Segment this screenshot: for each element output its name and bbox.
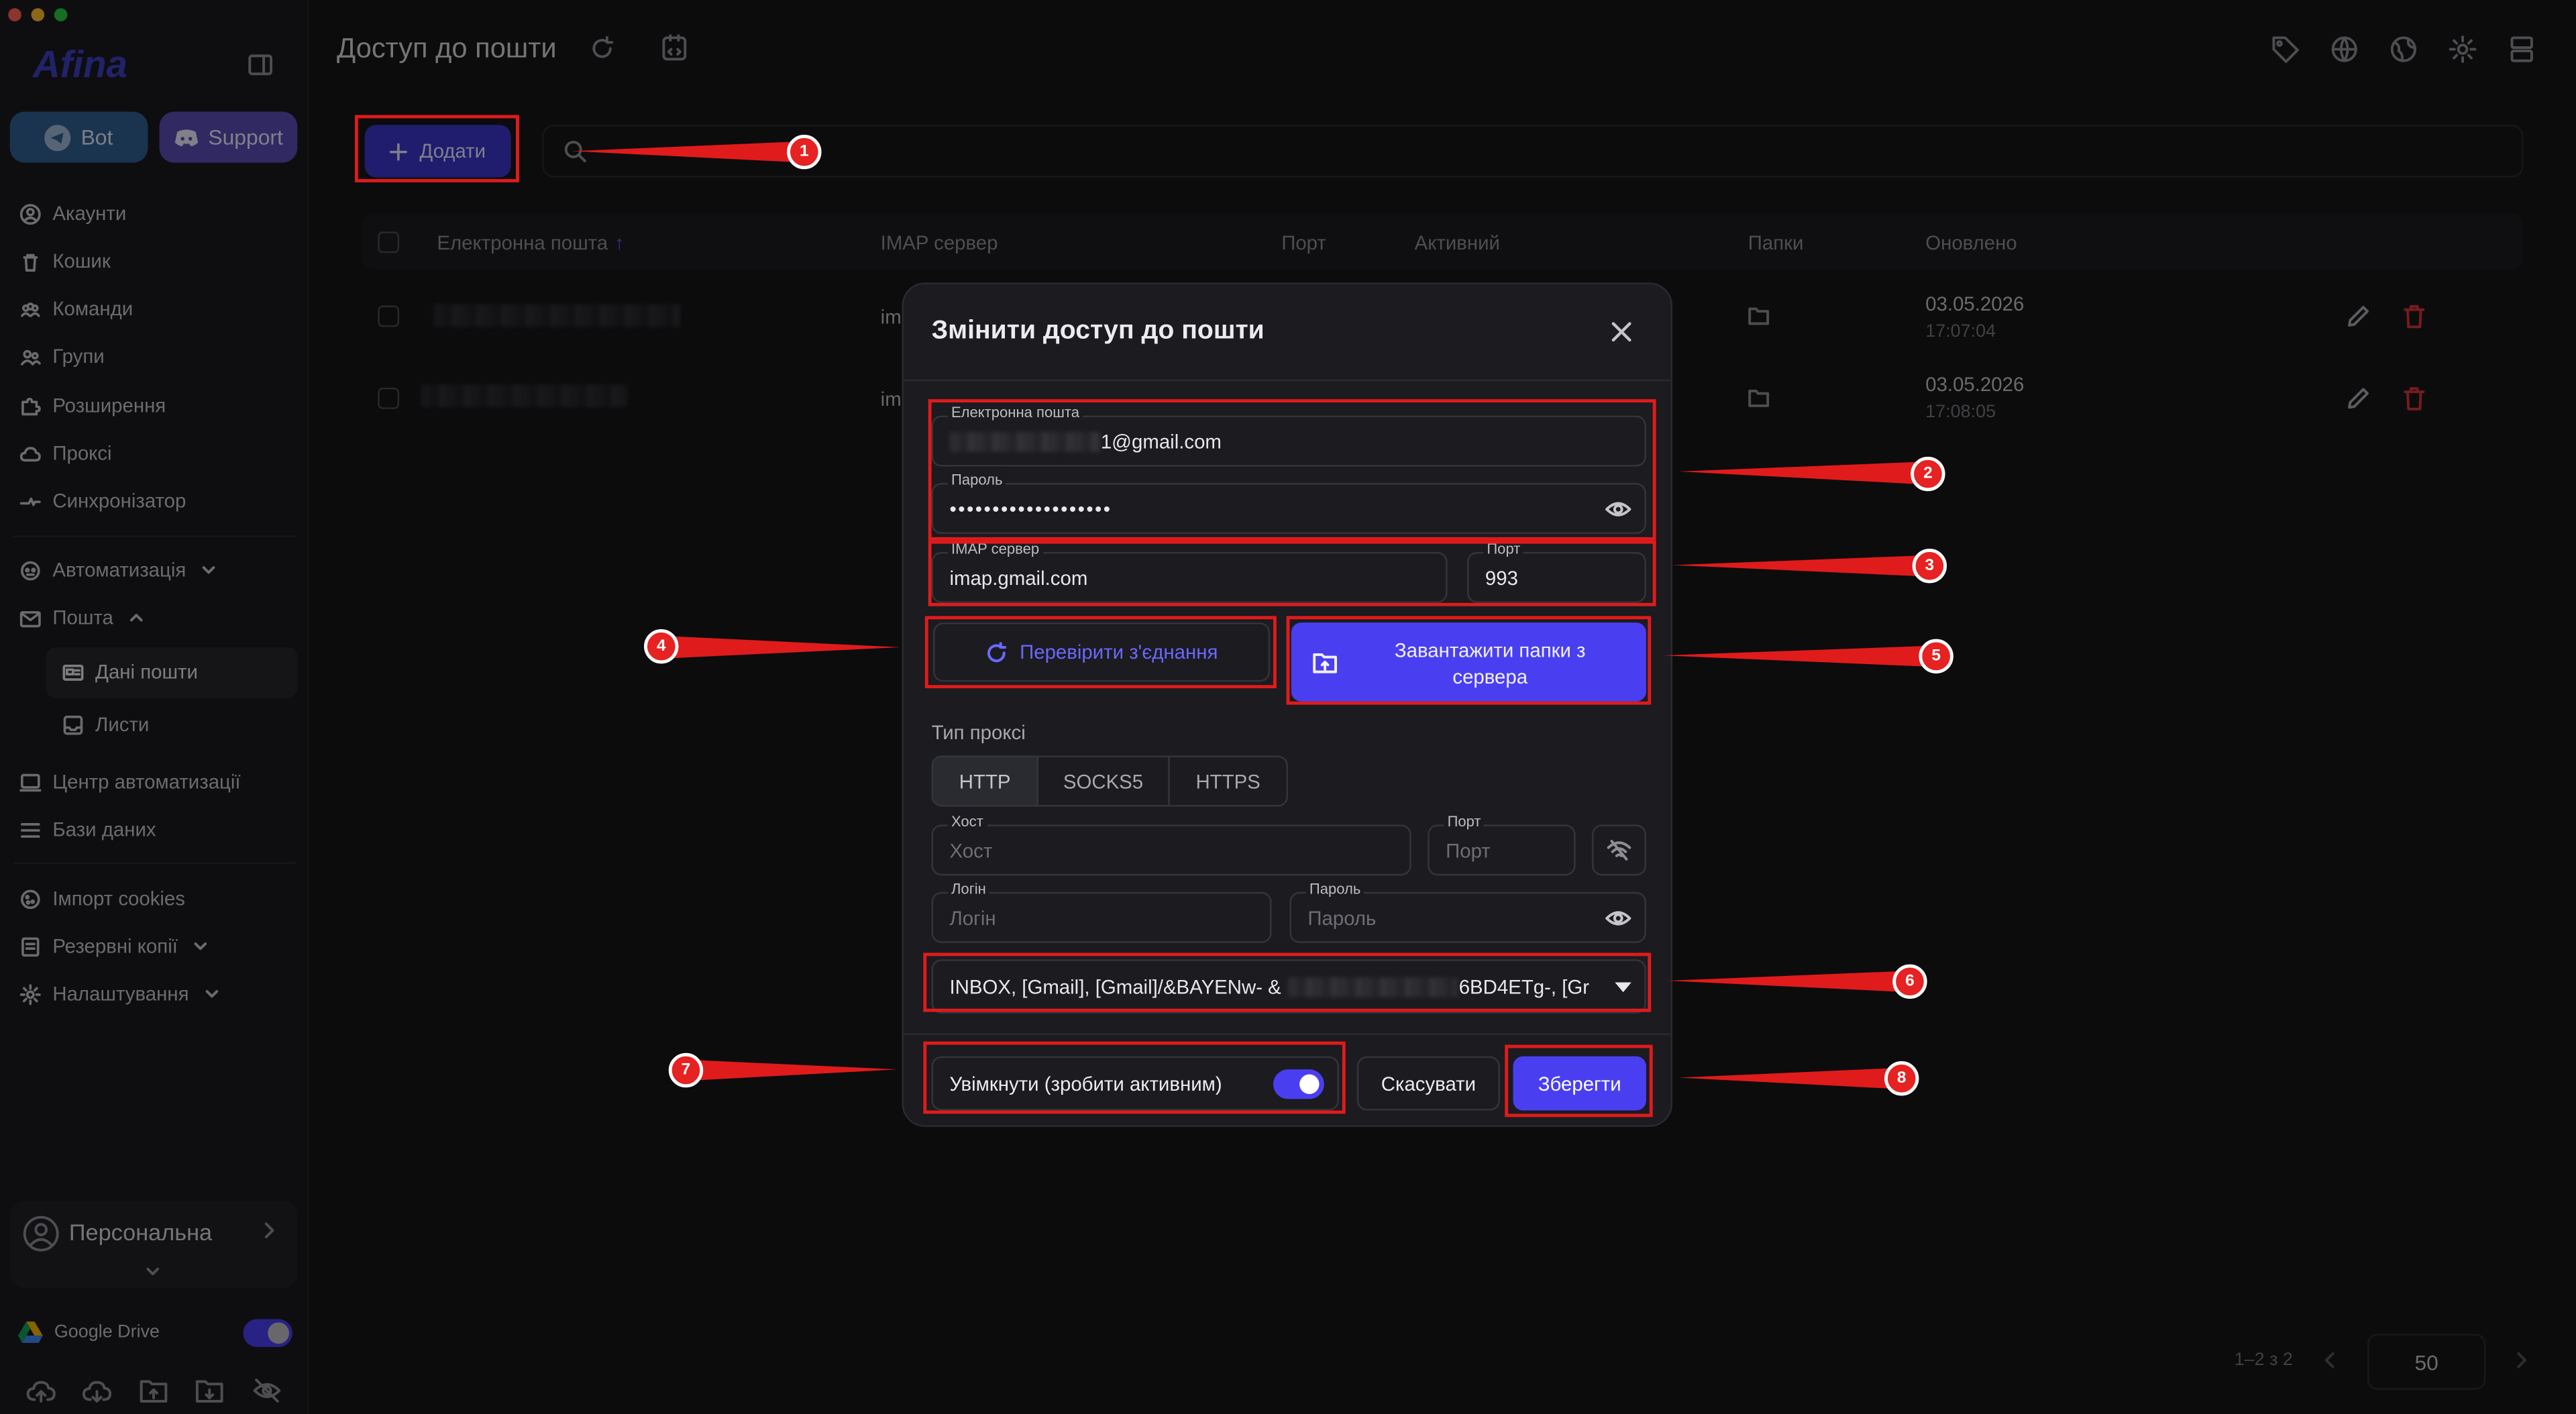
proxy-type-http-label: HTTP [959, 769, 1011, 793]
annotation-box [924, 616, 1277, 689]
proxy-type-socks5[interactable]: SOCKS5 [1036, 755, 1170, 807]
proxy-type-socks5-label: SOCKS5 [1063, 769, 1144, 793]
annotation-box [1505, 1044, 1653, 1118]
proxy-type-http[interactable]: HTTP [931, 755, 1038, 807]
annotation-badge-1: 1 [787, 134, 822, 170]
dialog-divider [903, 379, 1671, 382]
annotation-box [354, 115, 519, 182]
proxy-host-label: Хост [948, 813, 987, 830]
annotation-badge-8: 8 [1884, 1061, 1919, 1096]
eye-icon[interactable] [1605, 908, 1631, 928]
annotation-box [928, 540, 1656, 606]
proxy-login-field[interactable]: Логін Логін [931, 880, 1272, 943]
proxy-password-label: Пароль [1305, 880, 1364, 898]
annotation-box [928, 399, 1656, 541]
proxy-host-placeholder: Хост [949, 839, 993, 863]
annotation-badge-5: 5 [1919, 639, 1953, 674]
proxy-host-field[interactable]: Хост Хост [931, 813, 1411, 876]
proxy-login-label: Логін [948, 880, 989, 898]
annotation-badge-7: 7 [668, 1052, 704, 1088]
annotation-box [1286, 616, 1652, 705]
annotation-badge-2: 2 [1911, 456, 1945, 492]
proxy-login-placeholder: Логін [949, 906, 996, 930]
dialog-divider [903, 1033, 1671, 1035]
proxy-type-https-label: HTTPS [1195, 769, 1260, 793]
proxy-port-placeholder: Порт [1446, 839, 1491, 863]
proxy-type-https[interactable]: HTTPS [1168, 755, 1289, 807]
proxy-password-field[interactable]: Пароль Пароль [1289, 880, 1646, 943]
proxy-port-label: Порт [1444, 813, 1485, 830]
annotation-badge-4: 4 [644, 629, 679, 664]
proxy-password-placeholder: Пароль [1307, 906, 1377, 930]
annotation-badge-3: 3 [1912, 548, 1947, 584]
dialog-title: Змінити доступ до пошти [931, 317, 1265, 345]
annotation-box [923, 953, 1652, 1012]
proxy-port-field[interactable]: Порт Порт [1428, 813, 1576, 876]
cancel-label: Скасувати [1381, 1071, 1477, 1095]
cancel-button[interactable]: Скасувати [1356, 1056, 1500, 1111]
annotation-box [923, 1041, 1346, 1114]
proxy-check-button[interactable] [1592, 824, 1646, 876]
annotation-badge-6: 6 [1892, 964, 1927, 999]
close-icon[interactable] [1611, 322, 1631, 342]
wifi-icon [1607, 839, 1631, 861]
proxy-type-label: Тип проксі [931, 721, 1026, 745]
